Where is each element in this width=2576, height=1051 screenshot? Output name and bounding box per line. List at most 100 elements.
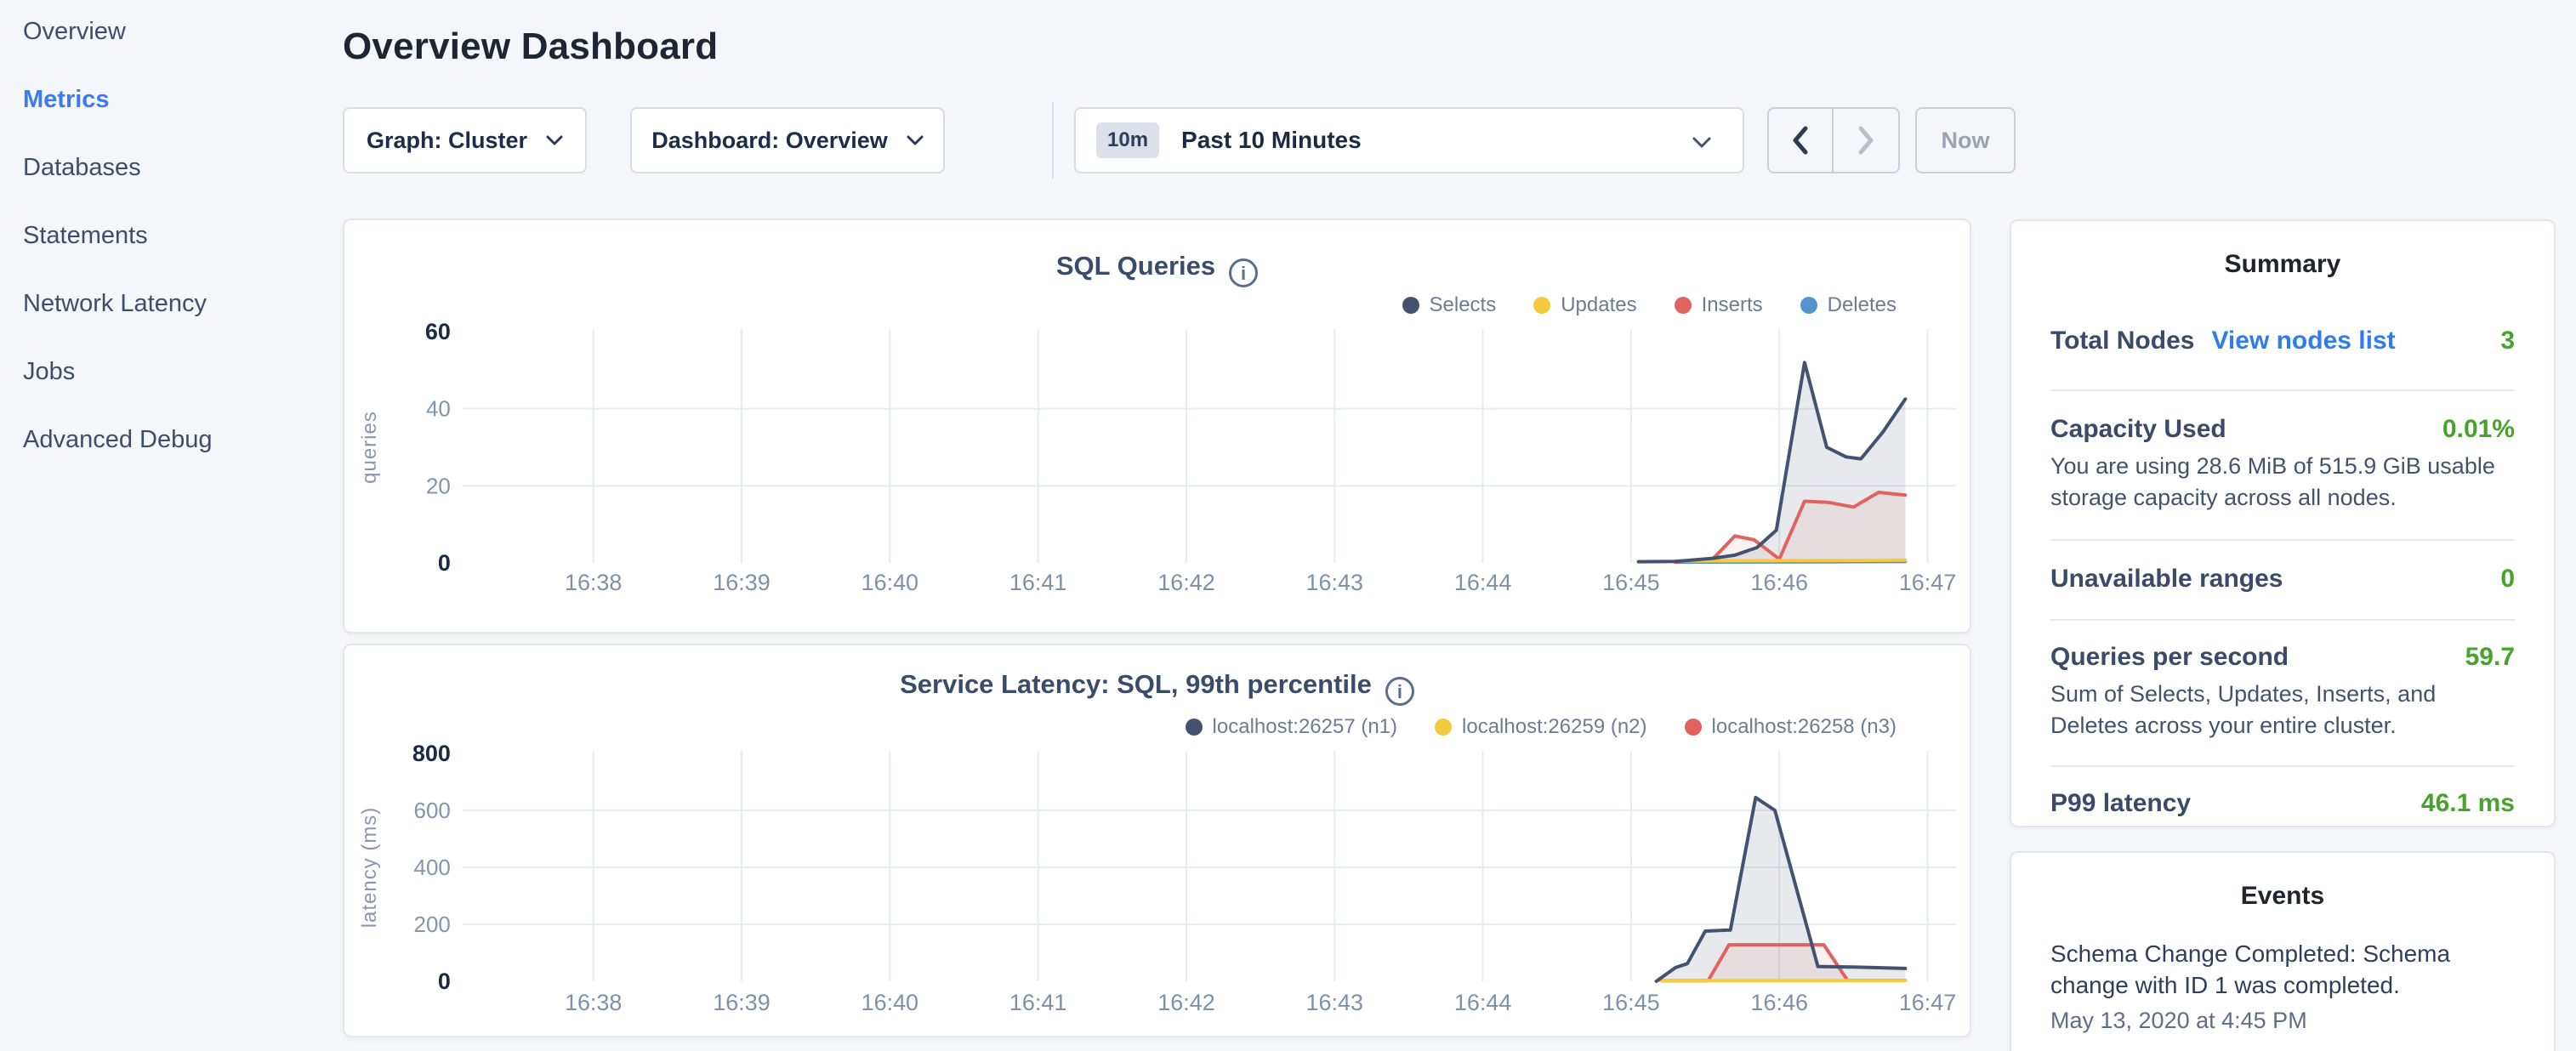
- svg-text:16:40: 16:40: [862, 570, 918, 595]
- event-timestamp: May 13, 2020 at 4:45 PM: [2050, 1008, 2515, 1034]
- chevron-down-icon: [546, 135, 563, 145]
- svg-text:400: 400: [414, 855, 451, 880]
- svg-text:16:45: 16:45: [1602, 990, 1659, 1015]
- chevron-down-icon: [907, 135, 924, 145]
- svg-text:16:41: 16:41: [1009, 990, 1066, 1015]
- sidebar-item-jobs[interactable]: Jobs: [23, 358, 340, 385]
- svg-text:16:38: 16:38: [565, 570, 622, 595]
- legend-label: Inserts: [1702, 293, 1763, 317]
- graph-scope-label: Graph: Cluster: [367, 128, 527, 154]
- series-dot-icon: [1800, 297, 1817, 314]
- svg-text:16:46: 16:46: [1751, 570, 1808, 595]
- sql-queries-chart-title: SQL Queries: [1056, 251, 1215, 281]
- svg-text:40: 40: [426, 396, 451, 422]
- svg-text:60: 60: [425, 319, 451, 344]
- sidebar-item-metrics[interactable]: Metrics: [23, 86, 340, 113]
- summary-row-label: Capacity Used: [2050, 415, 2226, 444]
- time-range-label: Past 10 Minutes: [1181, 127, 1362, 154]
- summary-row-description: You are using 28.6 MiB of 515.9 GiB usab…: [2050, 451, 2515, 514]
- summary-row-total-nodes: Total Nodes View nodes list 3: [2050, 282, 2515, 391]
- svg-text:16:43: 16:43: [1306, 570, 1363, 595]
- service-latency-chart-title-row: Service Latency: SQL, 99th percentile i: [344, 669, 1970, 706]
- info-icon[interactable]: i: [1229, 258, 1258, 287]
- now-button[interactable]: Now: [1915, 107, 2016, 173]
- sql-queries-chart-title-row: SQL Queries i: [344, 251, 1970, 287]
- legend-item-inserts[interactable]: Inserts: [1675, 293, 1763, 317]
- sidebar-nav: Overview Metrics Databases Statements Ne…: [0, 0, 340, 1051]
- summary-title: Summary: [2050, 250, 2515, 282]
- time-step-forward-button[interactable]: [1834, 109, 1898, 172]
- dashboard-controls: Graph: Cluster Dashboard: Overview 10m P…: [343, 107, 2044, 173]
- overview-dashboard-page: { "sidebar": { "items": [ { "label": "Ov…: [0, 0, 2576, 1051]
- svg-text:16:39: 16:39: [713, 570, 770, 595]
- svg-text:16:42: 16:42: [1157, 570, 1214, 595]
- time-step-back-button[interactable]: [1769, 109, 1834, 172]
- summary-row-label: P99 latency: [2050, 789, 2191, 818]
- summary-row-label: Total Nodes: [2050, 327, 2194, 355]
- summary-row-unavailable-ranges: Unavailable ranges 0: [2050, 541, 2515, 621]
- summary-row-value: 59.7: [2465, 643, 2515, 672]
- sidebar-item-databases[interactable]: Databases: [23, 154, 340, 181]
- sql-queries-legend: Selects Updates Inserts Deletes: [1402, 293, 1897, 317]
- summary-row-queries-per-second: Queries per second 59.7 Sum of Selects, …: [2050, 621, 2515, 767]
- legend-item-deletes[interactable]: Deletes: [1800, 293, 1896, 317]
- svg-text:queries: queries: [358, 411, 381, 484]
- svg-text:16:41: 16:41: [1009, 570, 1066, 595]
- series-dot-icon: [1402, 297, 1419, 314]
- info-icon[interactable]: i: [1385, 677, 1414, 706]
- summary-row-p99-latency: P99 latency 46.1 ms: [2050, 767, 2515, 844]
- sidebar-item-advanced-debug[interactable]: Advanced Debug: [23, 426, 340, 453]
- summary-row-label: Queries per second: [2050, 643, 2289, 672]
- series-dot-icon: [1533, 297, 1550, 314]
- sidebar-item-overview[interactable]: Overview: [23, 18, 340, 45]
- legend-item-updates[interactable]: Updates: [1533, 293, 1636, 317]
- time-step-buttons: [1767, 107, 1900, 173]
- svg-text:latency (ms): latency (ms): [358, 807, 381, 929]
- time-range-badge: 10m: [1096, 122, 1159, 158]
- summary-row-capacity-used: Capacity Used 0.01% You are using 28.6 M…: [2050, 391, 2515, 541]
- svg-text:600: 600: [414, 798, 451, 823]
- chevron-right-icon: [1857, 125, 1875, 156]
- events-panel: Events Schema Change Completed: Schema c…: [2010, 851, 2556, 1051]
- svg-text:16:42: 16:42: [1157, 990, 1214, 1015]
- event-message[interactable]: Schema Change Completed: Schema change w…: [2050, 938, 2515, 1001]
- svg-text:16:47: 16:47: [1899, 990, 1956, 1015]
- summary-panel: Summary Total Nodes View nodes list 3 Ca…: [2010, 219, 2556, 827]
- sql-queries-chart-card: SQL Queries i Selects Updates Inserts Del…: [343, 219, 1971, 633]
- main-content: Overview Dashboard Graph: Cluster Dashbo…: [343, 0, 1971, 1051]
- sql-queries-chart-plot[interactable]: 16:3816:3916:4016:4116:4216:4316:4416:45…: [344, 316, 1971, 605]
- page-title: Overview Dashboard: [343, 26, 1971, 68]
- summary-row-label: Unavailable ranges: [2050, 565, 2283, 594]
- controls-divider: [1052, 102, 1054, 179]
- svg-text:16:43: 16:43: [1306, 990, 1363, 1015]
- svg-text:800: 800: [412, 741, 451, 766]
- time-range-selector[interactable]: 10m Past 10 Minutes: [1074, 107, 1744, 173]
- summary-row-description: Sum of Selects, Updates, Inserts, and De…: [2050, 679, 2515, 741]
- svg-text:16:39: 16:39: [713, 990, 770, 1015]
- series-dot-icon: [1675, 297, 1692, 314]
- svg-text:16:38: 16:38: [565, 990, 622, 1015]
- svg-text:16:46: 16:46: [1751, 990, 1808, 1015]
- legend-label: Selects: [1430, 293, 1497, 317]
- svg-text:16:40: 16:40: [862, 990, 918, 1015]
- legend-label: Deletes: [1828, 293, 1896, 317]
- summary-row-value: 0: [2500, 565, 2515, 594]
- svg-text:200: 200: [414, 912, 451, 937]
- sidebar-item-statements[interactable]: Statements: [23, 222, 340, 249]
- legend-item-selects[interactable]: Selects: [1402, 293, 1497, 317]
- dashboard-dropdown[interactable]: Dashboard: Overview: [630, 107, 945, 173]
- service-latency-chart-card: Service Latency: SQL, 99th percentile i l…: [343, 644, 1971, 1037]
- events-title: Events: [2050, 882, 2515, 914]
- graph-scope-dropdown[interactable]: Graph: Cluster: [343, 107, 587, 173]
- chevron-down-icon: [1692, 136, 1712, 149]
- summary-row-value: 46.1 ms: [2421, 789, 2515, 818]
- sidebar-item-network-latency[interactable]: Network Latency: [23, 290, 340, 317]
- svg-text:0: 0: [438, 969, 451, 994]
- service-latency-chart-plot[interactable]: 16:38 16:39 16:40 16:41 16:42 16:43 16:44 16:45…: [344, 730, 1971, 1019]
- summary-row-value: 3: [2500, 327, 2515, 355]
- svg-text:16:47: 16:47: [1899, 570, 1956, 595]
- service-latency-chart-title: Service Latency: SQL, 99th percentile: [900, 669, 1372, 699]
- svg-text:16:44: 16:44: [1454, 990, 1511, 1015]
- legend-label: Updates: [1561, 293, 1636, 317]
- view-nodes-list-link[interactable]: View nodes list: [2211, 327, 2395, 355]
